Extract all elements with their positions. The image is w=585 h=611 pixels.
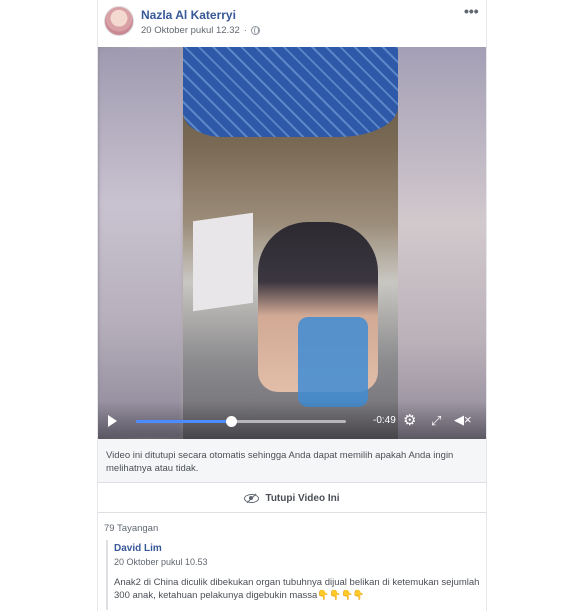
more-options-icon[interactable]: ••• bbox=[464, 4, 479, 18]
view-count[interactable]: 79 Tayangan bbox=[104, 523, 158, 534]
shared-text: Anak2 di China diculik dibekukan organ t… bbox=[114, 576, 481, 602]
shared-author[interactable]: David Lim bbox=[114, 543, 481, 554]
post-meta: 20 Oktober pukul 12.32 · bbox=[141, 25, 260, 36]
progress-knob[interactable] bbox=[225, 416, 237, 427]
video-controls: -0:49 ⚙ ⤢ ◀× bbox=[98, 401, 486, 439]
video-player[interactable]: -0:49 ⚙ ⤢ ◀× bbox=[98, 47, 486, 439]
progress-fill bbox=[136, 420, 231, 423]
video-blur-left bbox=[98, 47, 183, 439]
umbrella-image bbox=[183, 47, 398, 137]
play-icon[interactable] bbox=[108, 415, 117, 427]
fullscreen-icon[interactable]: ⤢ bbox=[431, 414, 441, 427]
progress-bar[interactable] bbox=[136, 416, 346, 427]
pointing-down-emoji: 👇👇👇👇 bbox=[317, 590, 365, 601]
avatar[interactable] bbox=[104, 6, 134, 36]
shared-body: Anak2 di China diculik dibekukan organ t… bbox=[114, 577, 480, 601]
box-image bbox=[193, 212, 253, 312]
hide-video-button[interactable]: Tutupi Video Ini bbox=[98, 485, 486, 513]
volume-muted-icon[interactable]: ◀× bbox=[454, 413, 472, 426]
hide-video-label: Tutupi Video Ini bbox=[265, 493, 340, 504]
shared-timestamp[interactable]: 20 Oktober pukul 10.53 bbox=[114, 557, 481, 567]
globe-icon bbox=[250, 26, 260, 35]
eye-slash-icon bbox=[244, 494, 260, 503]
time-remaining: -0:49 bbox=[373, 415, 396, 426]
post-author[interactable]: Nazla Al Katerryi bbox=[141, 8, 236, 22]
gear-icon[interactable]: ⚙ bbox=[403, 413, 418, 428]
video-blur-right bbox=[398, 47, 486, 439]
post-timestamp[interactable]: 20 Oktober pukul 12.32 bbox=[141, 25, 240, 36]
shared-post: David Lim 20 Oktober pukul 10.53 Anak2 d… bbox=[106, 540, 481, 610]
blue-bag-image bbox=[298, 317, 368, 407]
video-covered-notice: Video ini ditutupi secara otomatis sehin… bbox=[98, 439, 486, 483]
